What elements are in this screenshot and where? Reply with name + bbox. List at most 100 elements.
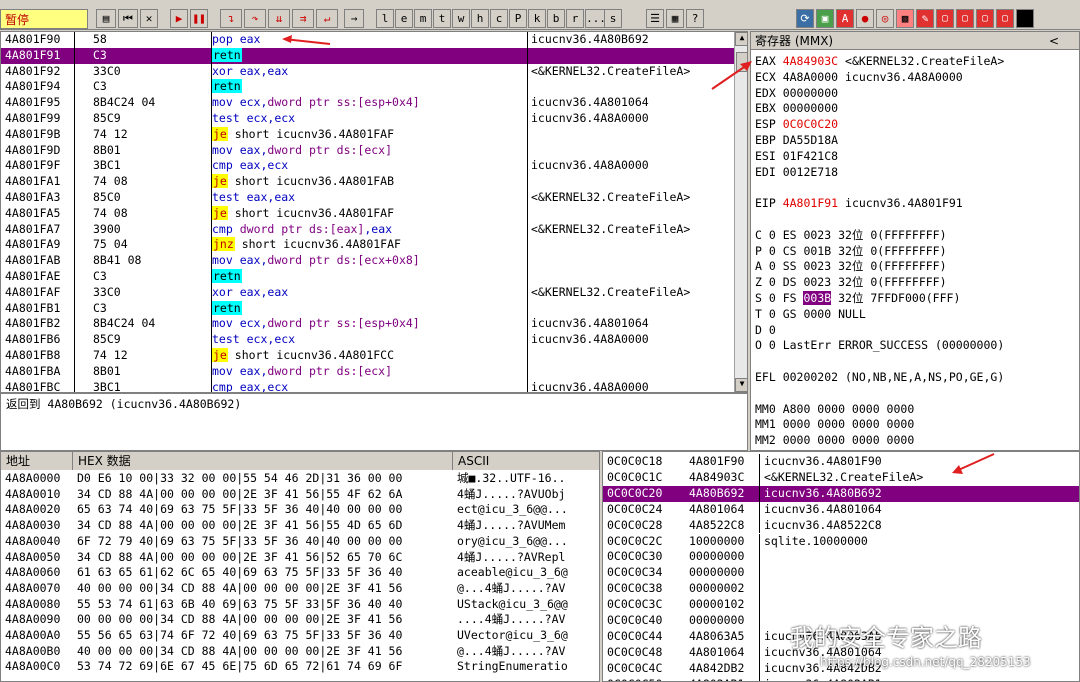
dump-hex[interactable]: 34 CD 88 4A|00 00 00 00|2E 3F 41 56|55 4…: [77, 518, 453, 534]
trace-over-icon[interactable]: ⇉: [292, 9, 314, 28]
help-icon[interactable]: ?: [686, 9, 704, 28]
plugin-icon[interactable]: ▣: [816, 9, 834, 28]
list-icon[interactable]: ☰: [646, 9, 664, 28]
stack-row[interactable]: 0C0C0C24 4A801064 icucnv36.4A801064: [603, 501, 1079, 518]
dump-ascii[interactable]: 4蛹J.....?AVUMem: [457, 518, 599, 534]
dump-header-hex[interactable]: HEX 数据: [73, 452, 453, 470]
scroll-thumb[interactable]: [736, 52, 747, 72]
dump-hex[interactable]: D0 E6 10 00|33 32 00 00|55 54 46 2D|31 3…: [77, 471, 453, 487]
disassembly-scrollbar[interactable]: ▲ ▼: [734, 32, 747, 392]
dump-address[interactable]: 4A8A00A0: [5, 628, 73, 644]
toolbar-letter-button[interactable]: r: [566, 9, 584, 28]
dump-ascii[interactable]: UStack@icu_3_6@@: [457, 597, 599, 613]
register-line[interactable]: EBX 00000000: [755, 101, 838, 117]
dump-address[interactable]: 4A8A0060: [5, 565, 73, 581]
disasm-row[interactable]: 4A801F92 33C0 xor eax,eax <&KERNEL32.Create…: [1, 63, 747, 80]
stack-row[interactable]: 0C0C0C34 00000000: [603, 565, 1079, 582]
disasm-row[interactable]: 4A801FA5 74 08 je short icucnv36.4A801FAF: [1, 205, 747, 222]
open-icon[interactable]: ▤: [96, 9, 116, 28]
toolbar-letter-button[interactable]: k: [528, 9, 546, 28]
dump-ascii[interactable]: aceable@icu_3_6@: [457, 565, 599, 581]
black-icon[interactable]: [1016, 9, 1034, 28]
stack-row[interactable]: 0C0C0C50 4A802AB1icucnv36.4A802AB1: [603, 676, 1079, 681]
dump-hex[interactable]: 61 63 65 61|62 6C 65 40|69 63 75 5F|33 5…: [77, 565, 453, 581]
disasm-row[interactable]: 4A801FAB 8B41 08 mov eax,dword ptr ds:[ecx…: [1, 253, 747, 269]
disasm-row[interactable]: 4A801FAE C3 retn: [1, 269, 747, 285]
toolbar-letter-button[interactable]: b: [547, 9, 565, 28]
disasm-row[interactable]: 4A801FB2 8B4C24 04 mov ecx,dword ptr ss:[e…: [1, 316, 747, 333]
disasm-row[interactable]: 4A801FBA 8B01 mov eax,dword ptr ds:[ecx]: [1, 363, 747, 380]
register-line[interactable]: T 0 GS 0000 NULL: [755, 307, 866, 323]
grid-icon[interactable]: ▦: [666, 9, 684, 28]
disasm-row[interactable]: 4A801FAF 33C0 xor eax,eax <&KERNEL32.Create…: [1, 284, 747, 301]
toolbar-letter-button[interactable]: c: [490, 9, 508, 28]
disasm-row[interactable]: 4A801F9D 8B01 mov eax,dword ptr ds:[ecx]: [1, 142, 747, 159]
toolbar-letter-button[interactable]: l: [376, 9, 394, 28]
register-line[interactable]: MM0 A800 0000 0000 0000: [755, 402, 914, 418]
dump-hex[interactable]: 53 74 72 69|6E 67 45 6E|75 6D 65 72|61 7…: [77, 659, 453, 675]
image-icon[interactable]: ▩: [896, 9, 914, 28]
disasm-row[interactable]: 4A801FB6 85C9 test ecx,ecx icucnv36.4A8A000…: [1, 332, 747, 348]
disasm-row[interactable]: 4A801F9B 74 12 je short icucnv36.4A801FAF: [1, 126, 747, 143]
stack-row[interactable]: 0C0C0C30 00000000: [603, 549, 1079, 566]
stack-row[interactable]: 0C0C0C3C 00000102: [603, 597, 1079, 613]
disasm-row[interactable]: 4A801F9F 3BC1 cmp eax,ecx icucnv36.4A8A0000: [1, 158, 747, 175]
toolbar-letter-button[interactable]: h: [471, 9, 489, 28]
register-line[interactable]: ESI 01F421C8: [755, 149, 838, 165]
stack-row[interactable]: 0C0C0C18 4A801F90 icucnv36.4A801F90: [603, 454, 1079, 470]
register-line[interactable]: MM2 0000 0000 0000 0000: [755, 433, 914, 449]
dump-hex[interactable]: 55 53 74 61|63 6B 40 69|63 75 5F 33|5F 3…: [77, 597, 453, 613]
dump-address[interactable]: 4A8A0080: [5, 597, 73, 613]
trace-into-icon[interactable]: ⇊: [268, 9, 290, 28]
register-line[interactable]: O 0 LastErr ERROR_SUCCESS (00000000): [755, 338, 1004, 354]
register-line[interactable]: MM1 0000 0000 0000 0000: [755, 417, 914, 433]
register-line[interactable]: S 0 FS 003B 32位 7FFDF000(FFF): [755, 291, 960, 307]
toolbar-letter-button[interactable]: m: [414, 9, 432, 28]
dump-header-address[interactable]: 地址: [1, 452, 73, 470]
script-icon[interactable]: ✎: [916, 9, 934, 28]
stack-row[interactable]: 0C0C0C2C 10000000 sqlite.10000000: [603, 533, 1079, 550]
register-line[interactable]: EDX 00000000: [755, 86, 838, 102]
register-line[interactable]: P 0 CS 001B 32位 0(FFFFFFFF): [755, 244, 947, 260]
dump-address[interactable]: 4A8A0050: [5, 550, 73, 566]
dump-address[interactable]: 4A8A0030: [5, 518, 73, 534]
dump-hex[interactable]: 65 63 74 40|69 63 75 5F|33 5F 36 40|40 0…: [77, 502, 453, 518]
stack-row[interactable]: 0C0C0C38 00000002: [603, 581, 1079, 598]
dump-hex[interactable]: 00 00 00 00|34 CD 88 4A|00 00 00 00|2E 3…: [77, 612, 453, 628]
dump-ascii[interactable]: ory@icu_3_6@@...: [457, 534, 599, 550]
restart-icon[interactable]: ⏮: [118, 9, 138, 28]
register-line[interactable]: ECX 4A8A0000 icucnv36.4A8A0000: [755, 70, 963, 86]
memory-dump-pane[interactable]: 地址 HEX 数据 ASCII 4A8A0000 D0 E6 10 00|33 3…: [0, 451, 600, 682]
target-icon[interactable]: ◎: [876, 9, 894, 28]
register-line[interactable]: D 0: [755, 323, 776, 339]
dump-address[interactable]: 4A8A0010: [5, 487, 73, 503]
disasm-row[interactable]: 4A801FA7 3900 cmp dword ptr ds:[eax],eax <&…: [1, 221, 747, 238]
close-icon[interactable]: ✕: [140, 9, 158, 28]
dump-ascii[interactable]: 堿■.32..UTF-16..: [457, 471, 599, 487]
dump-hex[interactable]: 55 56 65 63|74 6F 72 40|69 63 75 5F|33 5…: [77, 628, 453, 644]
register-line[interactable]: A 0 SS 0023 32位 0(FFFFFFFF): [755, 259, 947, 275]
disasm-row[interactable]: 4A801F99 85C9 test ecx,ecx icucnv36.4A8A000…: [1, 111, 747, 127]
dump-ascii[interactable]: StringEnumeratio: [457, 659, 599, 675]
registers-pane[interactable]: 寄存器 (MMX) < EAX 4A84903C <&KERNEL32.Creat…: [750, 31, 1080, 451]
dump-header-ascii[interactable]: ASCII: [453, 452, 599, 470]
dump-address[interactable]: 4A8A0070: [5, 581, 73, 597]
register-line[interactable]: EBP DA55D18A: [755, 133, 838, 149]
dump-ascii[interactable]: ect@icu_3_6@@...: [457, 502, 599, 518]
dump-address[interactable]: 4A8A0000: [5, 471, 73, 487]
goto-icon[interactable]: →: [344, 9, 364, 28]
register-line[interactable]: C 0 ES 0023 32位 0(FFFFFFFF): [755, 228, 947, 244]
cjk-tool-1-icon[interactable]: ▢: [936, 9, 954, 28]
register-line[interactable]: EIP 4A801F91 icucnv36.4A801F91: [755, 196, 963, 212]
toolbar-letter-button[interactable]: t: [433, 9, 451, 28]
register-line[interactable]: Z 0 DS 0023 32位 0(FFFFFFFF): [755, 275, 947, 291]
toolbar-letter-button[interactable]: w: [452, 9, 470, 28]
stack-row[interactable]: 0C0C0C28 4A8522C8 icucnv36.4A8522C8: [603, 517, 1079, 534]
dump-address[interactable]: 4A8A0090: [5, 612, 73, 628]
dump-hex[interactable]: 34 CD 88 4A|00 00 00 00|2E 3F 41 56|55 4…: [77, 487, 453, 503]
dump-hex[interactable]: 40 00 00 00|34 CD 88 4A|00 00 00 00|2E 3…: [77, 644, 453, 660]
collapse-icon[interactable]: <: [1049, 32, 1059, 50]
stack-row[interactable]: 0C0C0C1C 4A84903C <&KERNEL32.CreateFileA>: [603, 469, 1079, 486]
toolbar-letter-button[interactable]: s: [604, 9, 622, 28]
disasm-row[interactable]: 4A801F95 8B4C24 04 mov ecx,dword ptr ss:[e…: [1, 95, 747, 111]
